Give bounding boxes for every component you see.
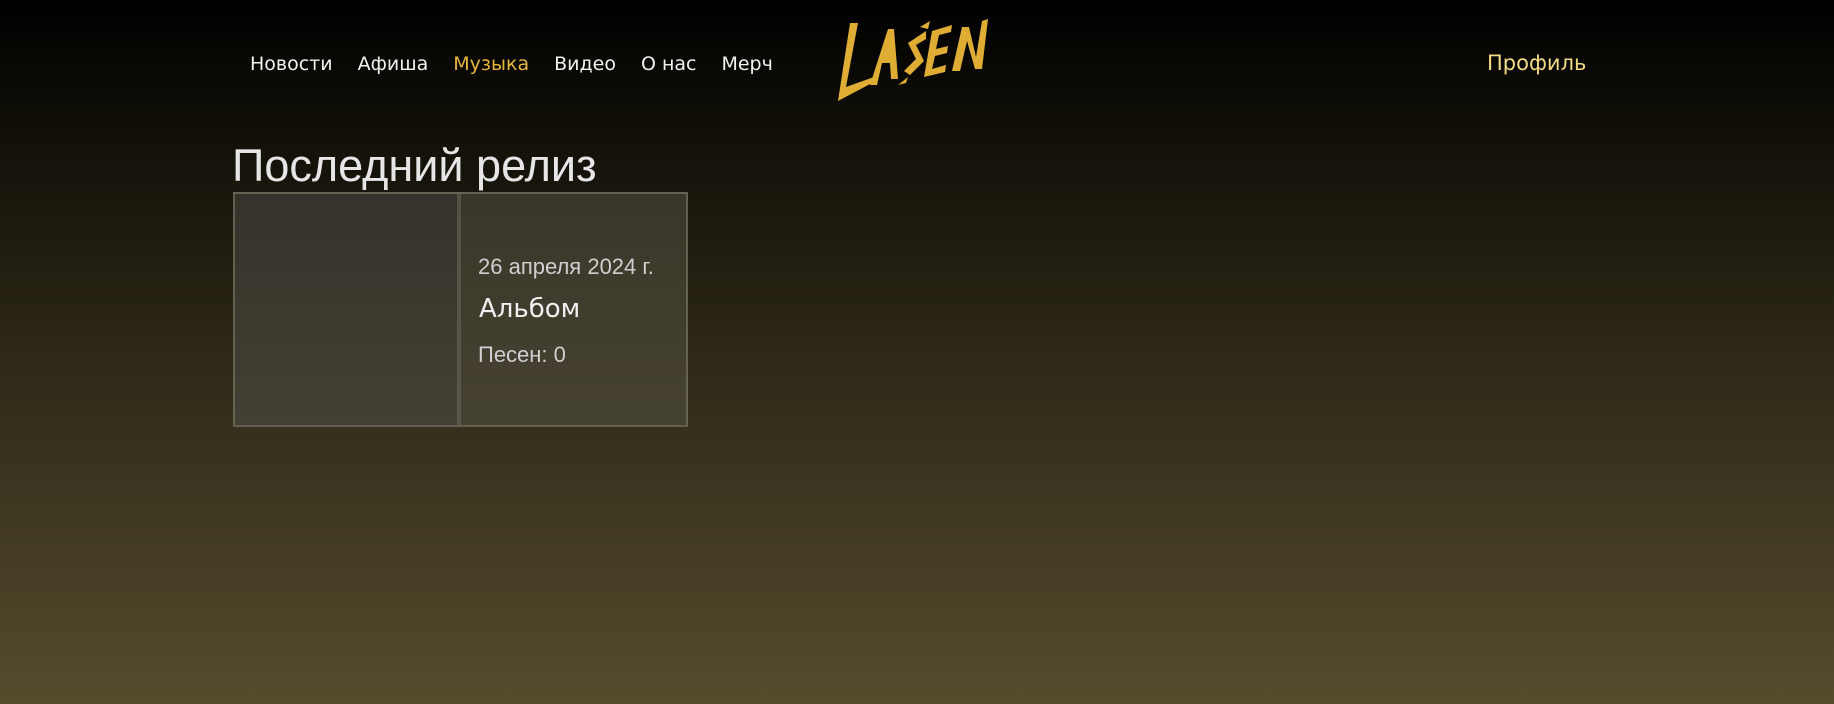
release-info: 26 апреля 2024 г. Альбом Песен: 0	[461, 194, 686, 425]
nav-item-music[interactable]: Музыка	[453, 51, 529, 77]
profile-link[interactable]: Профиль	[1487, 49, 1586, 77]
latest-release-card[interactable]: 26 апреля 2024 г. Альбом Песен: 0	[233, 192, 688, 427]
nav-item-merch[interactable]: Мерч	[721, 51, 772, 77]
nav-item-video[interactable]: Видео	[554, 51, 616, 77]
nav-item-news[interactable]: Новости	[250, 51, 333, 77]
section-title: Последний релиз	[232, 140, 597, 191]
release-song-count: Песен: 0	[478, 342, 566, 367]
release-type: Альбом	[479, 294, 581, 324]
main-nav: Новости Афиша Музыка Видео О нас Мерч	[250, 51, 798, 77]
nav-item-events[interactable]: Афиша	[358, 51, 429, 77]
release-date: 26 апреля 2024 г.	[478, 254, 654, 279]
site-logo[interactable]	[836, 13, 994, 105]
nav-item-about[interactable]: О нас	[641, 51, 697, 77]
lasen-logo-graphic	[838, 19, 988, 101]
release-cover-image[interactable]	[235, 194, 461, 425]
